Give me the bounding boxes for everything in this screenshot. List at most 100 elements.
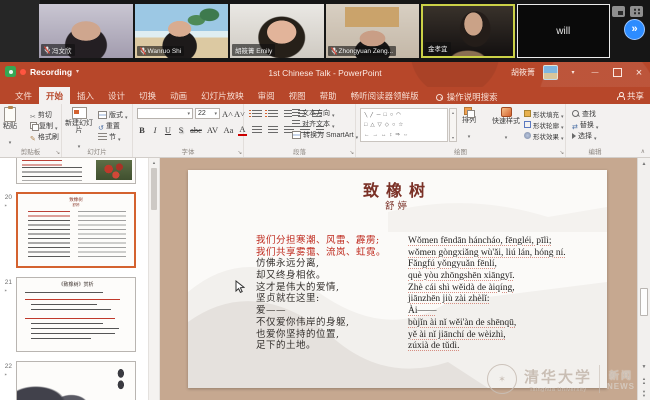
participant-tile[interactable]: 冯文欣 <box>39 4 133 58</box>
poem-line: 我们分担寒潮、风雷、霹雳; Wǒmen fēndān háncháo, fēng… <box>256 232 605 244</box>
main-scrollbar[interactable] <box>637 158 650 400</box>
paste-button[interactable]: 粘贴 <box>3 107 17 149</box>
mic-muted-icon <box>140 47 146 55</box>
character-spacing-button[interactable]: AV <box>206 125 219 135</box>
group-label: 段落 <box>244 146 355 156</box>
close-button[interactable] <box>632 66 646 80</box>
decrease-indent-icon[interactable] <box>284 110 292 118</box>
quick-styles-button[interactable]: 快速样式 <box>490 107 522 144</box>
tell-me-search[interactable]: 操作说明搜索 <box>436 87 498 104</box>
view-layout-icon[interactable] <box>612 6 625 17</box>
text-shadow-button[interactable]: S <box>176 125 186 135</box>
ribbon-tab[interactable]: 切换 <box>132 87 163 104</box>
ribbon-tab[interactable]: 插入 <box>70 87 101 104</box>
minimize-button[interactable] <box>588 66 602 80</box>
scroll-up-icon[interactable] <box>149 160 159 165</box>
ribbon-tab[interactable]: 帮助 <box>313 87 344 104</box>
next-slide-button[interactable] <box>638 390 650 397</box>
scroll-down-button[interactable] <box>638 364 650 370</box>
strikethrough-button[interactable]: abc <box>189 125 203 135</box>
section-button[interactable]: 节 <box>98 131 128 142</box>
italic-button[interactable]: I <box>150 125 160 135</box>
person-icon <box>617 92 624 100</box>
tsinghua-watermark: 清华大学 Tsinghua University 新闻 NEWS <box>487 364 635 394</box>
participant-badge: Wanruo Shi <box>137 46 185 56</box>
ribbon-tab[interactable]: 幻灯片放映 <box>194 87 251 104</box>
align-left-icon[interactable] <box>252 126 262 134</box>
reset-button[interactable]: 重置 <box>98 120 128 131</box>
ribbon: 粘贴 剪切 复制 格式刷 剪贴板 新建幻灯片 版式 <box>0 104 650 158</box>
share-button[interactable]: 共享 <box>617 90 644 102</box>
scroll-up-button[interactable] <box>638 161 650 167</box>
previous-slide-button[interactable] <box>638 377 650 384</box>
slide-thumbnail-22[interactable] <box>16 361 136 400</box>
font-name-combo[interactable] <box>137 108 193 119</box>
select-button[interactable]: 选择 <box>572 130 598 141</box>
dialog-launcher-icon[interactable] <box>55 150 60 156</box>
find-button[interactable]: 查找 <box>572 108 598 119</box>
participant-name: 金孝宜 <box>428 43 448 53</box>
paragraph-group: 文本方向 对齐文本 转换为 SmartArt 段落 <box>244 104 356 157</box>
shape-fill-button[interactable]: 形状填充 <box>524 108 564 119</box>
scrollbar-thumb[interactable] <box>151 168 157 210</box>
account-name[interactable]: 胡筱箐 <box>511 67 535 78</box>
underline-button[interactable]: U <box>163 125 173 135</box>
participant-tile[interactable]: Zhongyuan Zeng... <box>326 4 420 58</box>
slide-thumbnail-19-partial[interactable] <box>16 158 136 184</box>
bold-button[interactable]: B <box>137 125 147 135</box>
watermark-divider <box>599 365 600 393</box>
current-slide[interactable]: 致橡树 舒婷 我们分担寒潮、风雷、霹雳; Wǒmen fēndān hánchá… <box>188 170 607 388</box>
collapse-ribbon-icon[interactable] <box>641 148 645 155</box>
ribbon-tab[interactable]: 开始 <box>39 87 70 104</box>
font-size-value: 22 <box>198 110 206 117</box>
ribbon-tab[interactable]: 审阅 <box>251 87 282 104</box>
restore-button[interactable] <box>610 66 624 80</box>
thumbnail-scrollbar[interactable] <box>148 158 160 400</box>
format-painter-button[interactable]: 格式刷 <box>30 131 59 142</box>
shape-outline-button[interactable]: 形状轮廓 <box>524 119 564 130</box>
ribbon-display-options-button[interactable] <box>566 66 580 80</box>
shapes-gallery[interactable]: ╲╱─□○◠ □△▽◇○☆ ←→↔↕⇒⇔ <box>360 108 448 142</box>
participant-tile[interactable]: 胡筱箐 Emily <box>230 4 324 58</box>
shape-effects-button[interactable]: 形状效果 <box>524 130 564 141</box>
slide-thumbnail-20-selected[interactable]: 致橡树 舒婷 <box>16 192 136 268</box>
grow-font-button[interactable]: A˄ <box>222 109 232 119</box>
dialog-launcher-icon[interactable] <box>349 150 354 156</box>
shape-format-buttons: 形状填充 形状轮廓 形状效果 <box>524 108 564 141</box>
bullets-icon[interactable] <box>252 110 262 118</box>
reset-icon <box>98 117 104 135</box>
copy-button[interactable]: 复制 <box>30 120 59 131</box>
ribbon-tab[interactable]: 文件 <box>8 87 39 104</box>
shrink-font-button[interactable]: A˅ <box>234 109 244 119</box>
scrollbar-thumb[interactable] <box>640 288 648 316</box>
ribbon-tab[interactable]: 视图 <box>282 87 313 104</box>
scroll-down-icon <box>452 135 454 140</box>
powerpoint-window: Recording 1st Chinese Talk - PowerPoint … <box>0 62 650 400</box>
slide-thumbnail-21[interactable]: 《致橡树》赏析 <box>16 277 136 352</box>
font-size-combo[interactable]: 22 <box>195 108 220 119</box>
new-slide-icon <box>72 107 87 119</box>
participant-tile[interactable]: Wanruo Shi <box>135 4 229 58</box>
thumb-slide-title: 《致橡树》赏析 <box>17 281 135 288</box>
show-more-participants-button[interactable] <box>624 19 645 40</box>
numbering-icon[interactable] <box>268 110 278 118</box>
dialog-launcher-icon[interactable] <box>237 150 242 156</box>
arrange-button[interactable]: 排列 <box>462 107 476 143</box>
participant-tile-no-video[interactable]: will <box>517 4 611 58</box>
gallery-view-icon[interactable] <box>630 6 643 17</box>
slide-author: 舒婷 <box>188 198 607 212</box>
avatar[interactable] <box>543 65 558 80</box>
ribbon-tab-row: 文件开始插入设计切换动画幻灯片放映审阅视图帮助畅听阅读器领鲜版 操作说明搜索 <box>0 87 650 104</box>
participant-tile-active-speaker[interactable]: 金孝宜 <box>421 4 515 58</box>
title-bar: Recording 1st Chinese Talk - PowerPoint … <box>0 62 650 87</box>
dialog-launcher-icon[interactable] <box>559 150 564 156</box>
ribbon-tab[interactable]: 畅听阅读器领鲜版 <box>344 87 426 104</box>
shapes-gallery-scrollbar[interactable] <box>449 108 457 142</box>
text-direction-button[interactable]: 文本方向 <box>292 107 358 118</box>
change-case-button[interactable]: Aa <box>222 125 235 135</box>
ribbon-tab[interactable]: 动画 <box>163 87 194 104</box>
align-center-icon[interactable] <box>268 126 278 134</box>
ribbon-tab[interactable]: 设计 <box>101 87 132 104</box>
convert-smartart-button[interactable]: 转换为 SmartArt <box>292 129 358 140</box>
align-text-button[interactable]: 对齐文本 <box>292 118 358 129</box>
